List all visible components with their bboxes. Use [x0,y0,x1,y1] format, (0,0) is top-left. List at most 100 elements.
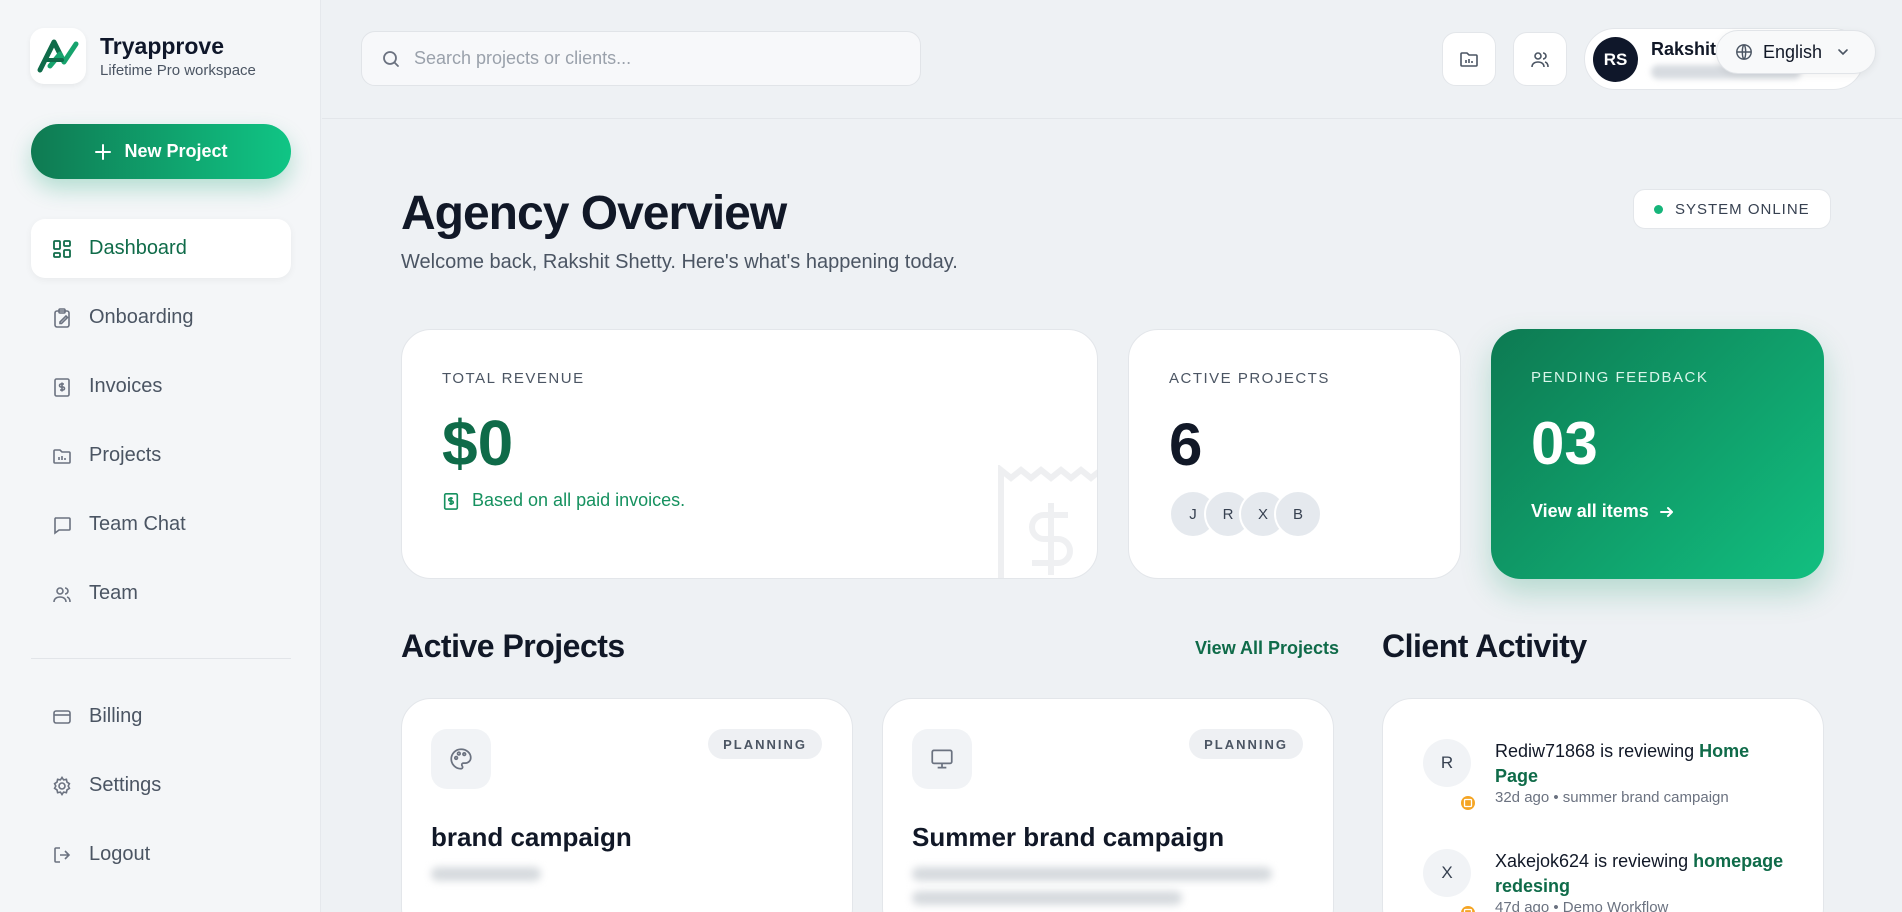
active-projects-title: Active Projects [401,628,625,664]
activity-user: Rediw71868 [1495,741,1596,761]
folder-icon [51,445,73,467]
user-name: Rakshit [1651,39,1717,59]
project-avatars: J R X B [1169,490,1322,538]
card-icon [51,706,73,728]
total-revenue-card: TOTAL REVENUE $0 Based on all paid invoi… [401,329,1098,579]
activity-status-icon [1458,903,1478,912]
new-project-label: New Project [124,141,228,161]
users-icon [51,583,73,605]
client-activity-panel: R Rediw71868 is reviewing Home Page 32d … [1382,698,1824,912]
logout-icon [51,844,73,866]
plus-icon [95,143,112,160]
brand[interactable]: Tryapprove Lifetime Pro workspace [30,28,256,84]
brand-subtitle: Lifetime Pro workspace [100,62,256,80]
revenue-value: $0 [442,407,514,479]
status-badge: PLANNING [1189,729,1303,759]
monitor-icon [912,729,972,789]
brand-name: Tryapprove [100,32,224,59]
view-all-projects-link[interactable]: View All Projects [1195,638,1339,659]
activity-meta: 47d ago • Demo Workflow [1495,899,1669,912]
projects-shortcut-button[interactable] [1442,32,1496,86]
avatar: R [1423,739,1471,787]
feedback-value: 03 [1531,410,1598,477]
sidebar-bottom-nav: Billing Settings Logout [31,687,291,894]
invoice-icon [51,376,73,398]
sidebar-item-label: Dashboard [89,237,187,259]
project-name: Summer brand campaign [912,822,1225,852]
revenue-label: TOTAL REVENUE [442,370,585,387]
invoice-icon [443,492,459,510]
project-description-redacted [912,867,1272,881]
palette-icon [431,729,491,789]
status-badge: PLANNING [708,729,822,759]
sidebar-item-label: Onboarding [89,306,194,328]
sidebar-item-logout[interactable]: Logout [31,825,291,884]
team-shortcut-button[interactable] [1513,32,1567,86]
globe-icon [1736,44,1752,60]
sidebar-item-label: Settings [89,774,162,796]
activity-action: is reviewing [1595,741,1700,761]
sidebar-item-label: Projects [89,444,162,466]
sidebar-nav: Dashboard Onboarding Invoices Projects T… [31,219,291,633]
sidebar-item-projects[interactable]: Projects [31,426,291,485]
pending-feedback-card: PENDING FEEDBACK 03 View all items [1491,329,1824,579]
activity-meta: 32d ago • summer brand campaign [1495,789,1729,806]
status-badge: SYSTEM ONLINE [1633,189,1831,229]
activity-status-icon [1458,793,1478,813]
gear-icon [51,775,73,797]
top-bar: RS Rakshit English [322,0,1902,119]
brand-logo [30,28,86,84]
sidebar-item-label: Billing [89,705,143,727]
activity-action: is reviewing [1589,851,1694,871]
project-description-redacted [431,867,541,881]
sidebar-item-label: Logout [89,843,151,865]
chat-icon [51,514,73,536]
projects-label: ACTIVE PROJECTS [1169,370,1330,387]
revenue-note: Based on all paid invoices. [442,490,685,511]
view-all-items-link[interactable]: View all items [1531,501,1675,522]
avatar: X [1423,849,1471,897]
sidebar-item-settings[interactable]: Settings [31,756,291,815]
sidebar-item-label: Invoices [89,375,163,397]
project-card[interactable]: PLANNING brand campaign [401,698,853,912]
clipboard-icon [51,307,73,329]
new-project-button[interactable]: New Project [31,124,291,179]
language-label: English [1763,41,1823,62]
status-dot [1654,204,1663,214]
revenue-note-text: Based on all paid invoices. [472,490,686,510]
search-box[interactable] [361,31,921,86]
client-activity-title: Client Activity [1382,628,1587,664]
sidebar-item-label: Team Chat [89,513,186,535]
sidebar-divider [31,658,291,659]
chevron-down-icon [1838,49,1848,56]
arrow-right-icon [1659,506,1673,517]
language-selector[interactable]: English [1716,30,1876,74]
search-icon [383,50,399,67]
activity-text: Xakejok624 is reviewing homepage redesin… [1495,849,1795,899]
view-all-items-label: View all items [1531,501,1649,521]
active-projects-card: ACTIVE PROJECTS 6 J R X B [1128,329,1461,579]
sidebar-item-invoices[interactable]: Invoices [31,357,291,416]
dashboard-icon [51,238,73,260]
users-icon [1531,52,1549,68]
logo-icon [37,39,79,73]
folder-icon [1460,52,1478,67]
avatar: B [1274,490,1322,538]
feedback-label: PENDING FEEDBACK [1531,369,1709,386]
receipt-watermark-icon [998,465,1097,578]
sidebar-item-team[interactable]: Team [31,564,291,623]
sidebar-item-label: Team [89,582,138,604]
status-label: SYSTEM ONLINE [1675,200,1810,218]
sidebar-item-billing[interactable]: Billing [31,687,291,746]
page-subtitle: Welcome back, Rakshit Shetty. Here's wha… [401,251,958,273]
sidebar-item-team-chat[interactable]: Team Chat [31,495,291,554]
project-card[interactable]: PLANNING Summer brand campaign [882,698,1334,912]
activity-user: Xakejok624 [1495,851,1590,871]
sidebar: Tryapprove Lifetime Pro workspace New Pr… [0,0,321,912]
projects-value: 6 [1169,411,1203,478]
sidebar-item-onboarding[interactable]: Onboarding [31,288,291,347]
sidebar-item-dashboard[interactable]: Dashboard [31,219,291,278]
project-description-redacted [912,891,1182,905]
search-input[interactable] [414,48,894,69]
avatar: RS [1593,37,1638,82]
